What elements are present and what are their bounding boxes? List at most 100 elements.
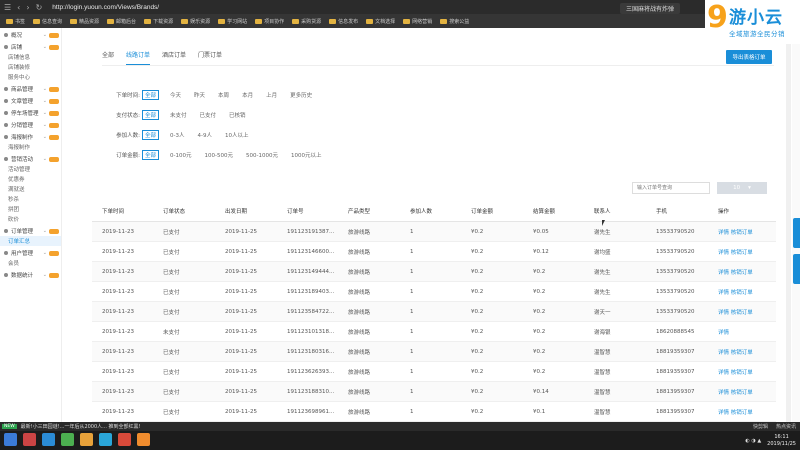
sidebar-item[interactable]: 海报制作 ⌄ xyxy=(0,132,61,142)
menu-dot-icon xyxy=(4,123,8,127)
clock[interactable]: 16:11 2019/11/25 xyxy=(767,434,796,448)
sidebar-item[interactable]: 会员 xyxy=(0,258,61,268)
tray-icons[interactable]: ◐ ◑ ▲ xyxy=(745,438,761,444)
row-actions[interactable]: 详情 核销订单 xyxy=(708,408,776,416)
filter-option[interactable]: 0-100元 xyxy=(168,150,193,160)
status-item-0[interactable]: 快剪辑 xyxy=(753,423,768,430)
filter-option[interactable]: 今天 xyxy=(168,90,183,100)
app-icon-1[interactable] xyxy=(23,433,36,446)
filter-option[interactable]: 昨天 xyxy=(192,90,207,100)
start-icon[interactable] xyxy=(4,433,17,446)
filter-option[interactable]: 全部 xyxy=(142,150,160,160)
order-tab[interactable]: 全部 xyxy=(102,50,114,65)
order-search-input[interactable] xyxy=(632,182,710,194)
sidebar-item[interactable]: 砍价 xyxy=(0,214,61,224)
sidebar-item[interactable]: 店铺装修 xyxy=(0,62,61,72)
sidebar-item[interactable]: 订单汇总 xyxy=(0,236,61,246)
filter-option[interactable]: 全部 xyxy=(142,130,160,140)
sidebar-item[interactable]: 服务中心 xyxy=(0,72,61,82)
filter-option[interactable]: 已核销 xyxy=(227,110,248,120)
forward-icon[interactable]: › xyxy=(26,3,29,12)
sidebar-item-label: 用户管理 xyxy=(11,251,34,257)
bookmark-item[interactable]: 项目协作 xyxy=(255,18,284,25)
refresh-icon[interactable]: ↻ xyxy=(36,3,43,12)
bookmark-item[interactable]: 娱乐资源 xyxy=(181,18,210,25)
bookmark-item[interactable]: 精品资源 xyxy=(70,18,99,25)
sidebar-item[interactable]: 拼团 xyxy=(0,204,61,214)
bookmark-item[interactable]: 采购货源 xyxy=(292,18,321,25)
sidebar-item[interactable]: 商品管理 ⌄ xyxy=(0,84,61,94)
filter-option[interactable]: 全部 xyxy=(142,90,160,100)
row-actions[interactable]: 详情 核销订单 xyxy=(708,288,776,296)
sidebar-item[interactable]: 概况 ⌄ xyxy=(0,30,61,40)
bookmark-item[interactable]: 搜索公益 xyxy=(440,18,469,25)
row-actions[interactable]: 详情 xyxy=(708,328,776,336)
filter-option[interactable]: 上月 xyxy=(264,90,279,100)
app-icon-2[interactable] xyxy=(42,433,55,446)
status-item-1[interactable]: 热点资讯 xyxy=(776,423,796,430)
bookmark-item[interactable]: 文档选择 xyxy=(366,18,395,25)
filter-option[interactable]: 本周 xyxy=(216,90,231,100)
folder-icon[interactable] xyxy=(80,433,93,446)
app-icon-4[interactable] xyxy=(118,433,131,446)
sidebar-item[interactable]: 文章管理 ⌄ xyxy=(0,96,61,106)
bookmark-item[interactable]: 信息查询 xyxy=(33,18,62,25)
menu-icon[interactable]: ☰ xyxy=(4,3,11,12)
filter-option[interactable]: 未支付 xyxy=(168,110,189,120)
dock-button-2[interactable] xyxy=(793,254,800,284)
sidebar-item[interactable]: 秒杀 xyxy=(0,194,61,204)
back-icon[interactable]: ‹ xyxy=(17,3,20,12)
sidebar-item[interactable]: 营销活动 ⌄ xyxy=(0,154,61,164)
filter-option[interactable]: 100-500元 xyxy=(203,150,235,160)
app-icon-5[interactable] xyxy=(137,433,150,446)
row-actions[interactable]: 详情 核销订单 xyxy=(708,368,776,376)
export-orders-button[interactable]: 导出表格订单 xyxy=(726,50,772,64)
filter-option[interactable]: 更多历史 xyxy=(288,90,314,100)
sidebar-item[interactable]: 订单管理 ⌄ xyxy=(0,226,61,236)
order-tab[interactable]: 酒店订单 xyxy=(162,50,186,65)
table-cell: 191123698961... xyxy=(287,408,335,415)
filter-option[interactable]: 已支付 xyxy=(198,110,219,120)
url-bar[interactable]: http://login.yuoun.com/Views/Brands/ xyxy=(52,4,159,11)
row-actions[interactable]: 详情 核销订单 xyxy=(708,228,776,236)
sidebar-item[interactable]: 店铺 ⌄ xyxy=(0,42,61,52)
chevron-down-icon: ⌄ xyxy=(42,122,47,128)
filter-option[interactable]: 1000元以上 xyxy=(289,150,324,160)
filter-option[interactable]: 本月 xyxy=(240,90,255,100)
sidebar-item[interactable]: 停车场管理 ⌄ xyxy=(0,108,61,118)
filter-option[interactable]: 10人以上 xyxy=(223,130,251,140)
sidebar-item[interactable]: 数据统计 ⌄ xyxy=(0,270,61,280)
filter-option[interactable]: 4-9人 xyxy=(196,130,214,140)
filter-option[interactable]: 全部 xyxy=(142,110,160,120)
bookmark-item[interactable]: 书签 xyxy=(6,18,25,25)
bookmark-item[interactable]: 信息发布 xyxy=(329,18,358,25)
bookmark-item[interactable]: 网络营销 xyxy=(403,18,432,25)
row-actions[interactable]: 详情 核销订单 xyxy=(708,348,776,356)
sidebar-item[interactable]: 海报制作 xyxy=(0,142,61,152)
sidebar-item[interactable]: 满就送 xyxy=(0,184,61,194)
row-actions[interactable]: 详情 核销订单 xyxy=(708,388,776,396)
bookmark-item[interactable]: 邮箱后台 xyxy=(107,18,136,25)
table-row: 2019-11-23 已支付 2019-11-25 191123146600... 旅游… xyxy=(92,242,776,262)
bookmark-item[interactable]: 下载资源 xyxy=(144,18,173,25)
scrollbar[interactable] xyxy=(786,44,791,422)
app-icon-3[interactable] xyxy=(99,433,112,446)
wechat-icon[interactable] xyxy=(61,433,74,446)
sidebar-item[interactable]: 分销管理 ⌄ xyxy=(0,120,61,130)
sidebar-item[interactable]: 用户管理 ⌄ xyxy=(0,248,61,258)
row-actions[interactable]: 详情 核销订单 xyxy=(708,308,776,316)
order-tab[interactable]: 门票订单 xyxy=(198,50,222,65)
dock-button-1[interactable] xyxy=(793,218,800,248)
row-actions[interactable]: 详情 核销订单 xyxy=(708,268,776,276)
sidebar-item[interactable]: 优惠券 xyxy=(0,174,61,184)
browser-tab[interactable]: 三国麻将战有炸弹 xyxy=(620,3,681,14)
sidebar-item[interactable]: 店铺信息 xyxy=(0,52,61,62)
page-size-select[interactable]: 10 ▾ xyxy=(717,182,767,194)
status-text[interactable]: 最新!小三田园谜!...一年后从2000人... 推到全部红黑! xyxy=(21,423,141,430)
order-tab[interactable]: 线路订单 xyxy=(126,50,151,65)
bookmark-item[interactable]: 学习网站 xyxy=(218,18,247,25)
sidebar-item[interactable]: 活动管理 xyxy=(0,164,61,174)
filter-option[interactable]: 0-3人 xyxy=(168,130,186,140)
row-actions[interactable]: 详情 核销订单 xyxy=(708,248,776,256)
filter-option[interactable]: 500-1000元 xyxy=(244,150,280,160)
